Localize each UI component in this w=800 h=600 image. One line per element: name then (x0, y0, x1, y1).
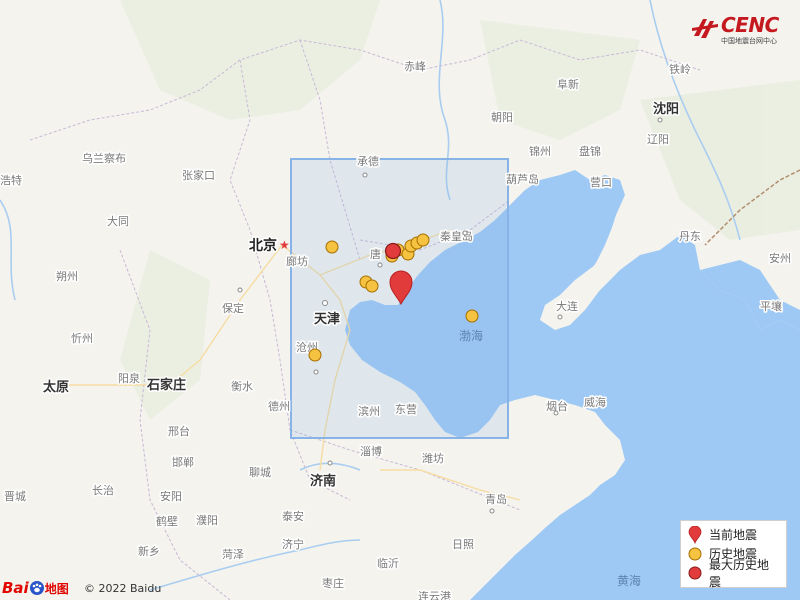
copyright-text: © 2022 Baidu (84, 582, 162, 595)
label-qinhuangdao: 秦皇岛 (440, 229, 473, 243)
label-baoding: 保定 (222, 301, 244, 315)
label-yangquan: 阳泉 (118, 371, 140, 385)
label-binzhou: 滨州 (358, 404, 380, 418)
label-xingtai: 邢台 (168, 424, 190, 438)
label-liaoyang: 辽阳 (647, 133, 669, 146)
label-chengde: 承德 (357, 154, 379, 168)
baidu-paw-icon (29, 581, 44, 595)
label-heze: 菏泽 (222, 548, 244, 561)
label-anyang: 安阳 (160, 489, 182, 503)
label-xinzhou: 忻州 (71, 332, 93, 345)
label-dandong: 丹东 (679, 230, 701, 243)
largest-historical-quake-marker[interactable] (384, 242, 402, 260)
label-andong: 安州 (769, 251, 791, 265)
label-xinxiang: 新乡 (138, 544, 160, 558)
label-jincheng: 晋城 (4, 490, 26, 503)
label-handan: 邯郸 (172, 455, 194, 469)
label-dezhou: 德州 (268, 399, 290, 413)
historical-quake-circle-icon (688, 547, 702, 560)
label-yingkou: 营口 (590, 175, 612, 189)
largest-historical-quake-circle-icon (688, 566, 702, 579)
historical-quake-marker[interactable] (325, 240, 339, 254)
label-rizhao: 日照 (452, 538, 474, 551)
legend-label-current: 当前地震 (709, 528, 758, 542)
label-chaoyang: 朝阳 (491, 111, 513, 124)
label-zhangjiakou: 张家口 (182, 168, 215, 182)
historical-quake-marker[interactable] (308, 348, 322, 362)
label-jinan: 济南 (310, 473, 336, 489)
label-dongying: 东营 (395, 402, 417, 416)
map-viewport[interactable]: 北京 ★ 天津 石家庄 太原 济南 沈阳 渤海 黄海 承德 秦皇岛 唐 廊坊 保… (0, 0, 800, 600)
label-hohhot: 浩特 (0, 173, 22, 187)
label-taiyuan: 太原 (42, 379, 69, 395)
capital-star-icon: ★ (279, 238, 290, 252)
label-bohai: 渤海 (459, 328, 483, 343)
cenc-emblem-icon (692, 19, 718, 38)
label-langfang: 廊坊 (286, 254, 308, 268)
baidu-logo[interactable]: Bai 地图 (2, 578, 69, 598)
label-tangshan: 唐 (370, 247, 381, 261)
cenc-wordmark: CENC (721, 13, 779, 37)
legend-item-current: 当前地震 (687, 525, 780, 544)
label-hebi: 鹤壁 (156, 514, 178, 528)
label-weifang: 潍坊 (422, 451, 444, 465)
historical-quake-marker[interactable] (365, 279, 379, 293)
label-linyi: 临沂 (377, 556, 399, 570)
label-tieling: 铁岭 (669, 62, 691, 76)
label-zaozhuang: 枣庄 (322, 576, 344, 590)
label-shuozhou: 朔州 (56, 270, 78, 283)
label-datong: 大同 (107, 214, 129, 228)
historical-quake-marker[interactable] (465, 309, 479, 323)
map-legend: 当前地震 历史地震 最大历史地震 (680, 520, 787, 589)
label-fuxin: 阜新 (557, 77, 579, 91)
baidu-wordmark: Bai (2, 579, 29, 597)
label-zibo: 淄博 (360, 445, 382, 458)
label-changzhi: 长治 (92, 483, 114, 497)
cenc-subtitle: 中国地震台网中心 (721, 37, 777, 45)
historical-quake-marker[interactable] (416, 233, 430, 247)
label-dalian: 大连 (556, 299, 578, 313)
label-shenyang: 沈阳 (653, 101, 679, 117)
current-quake-pin-icon (688, 525, 702, 544)
label-puyang: 濮阳 (196, 513, 218, 527)
legend-label-largest-historical: 最大历史地震 (709, 557, 770, 589)
label-chifeng: 赤峰 (404, 60, 426, 73)
label-qingdao: 青岛 (485, 492, 507, 506)
label-shijiazhuang: 石家庄 (146, 377, 186, 393)
label-jining: 济宁 (282, 537, 304, 551)
label-panjin: 盘锦 (579, 144, 601, 158)
label-huludao: 葫芦岛 (506, 172, 539, 186)
base-map[interactable]: 北京 ★ 天津 石家庄 太原 济南 沈阳 渤海 黄海 承德 秦皇岛 唐 廊坊 保… (0, 0, 800, 600)
label-taian: 泰安 (282, 509, 304, 523)
label-lianyungang: 连云港 (418, 590, 451, 600)
label-tianjin: 天津 (314, 311, 340, 327)
label-hengshui: 衡水 (231, 380, 253, 393)
label-wulanchabu: 乌兰察布 (82, 151, 126, 165)
label-pingrang: 平壤 (760, 299, 782, 313)
legend-item-largest-historical: 最大历史地震 (687, 558, 780, 589)
label-liaocheng: 聊城 (249, 465, 271, 479)
label-jinzhou: 锦州 (529, 144, 551, 158)
baidu-map-wordmark: 地图 (44, 581, 69, 596)
label-beijing: 北京 (249, 237, 277, 254)
cenc-logo: CENC 中国地震台网中心 (690, 13, 790, 46)
label-weihai: 威海 (584, 395, 606, 409)
label-huanghai: 黄海 (617, 573, 641, 588)
